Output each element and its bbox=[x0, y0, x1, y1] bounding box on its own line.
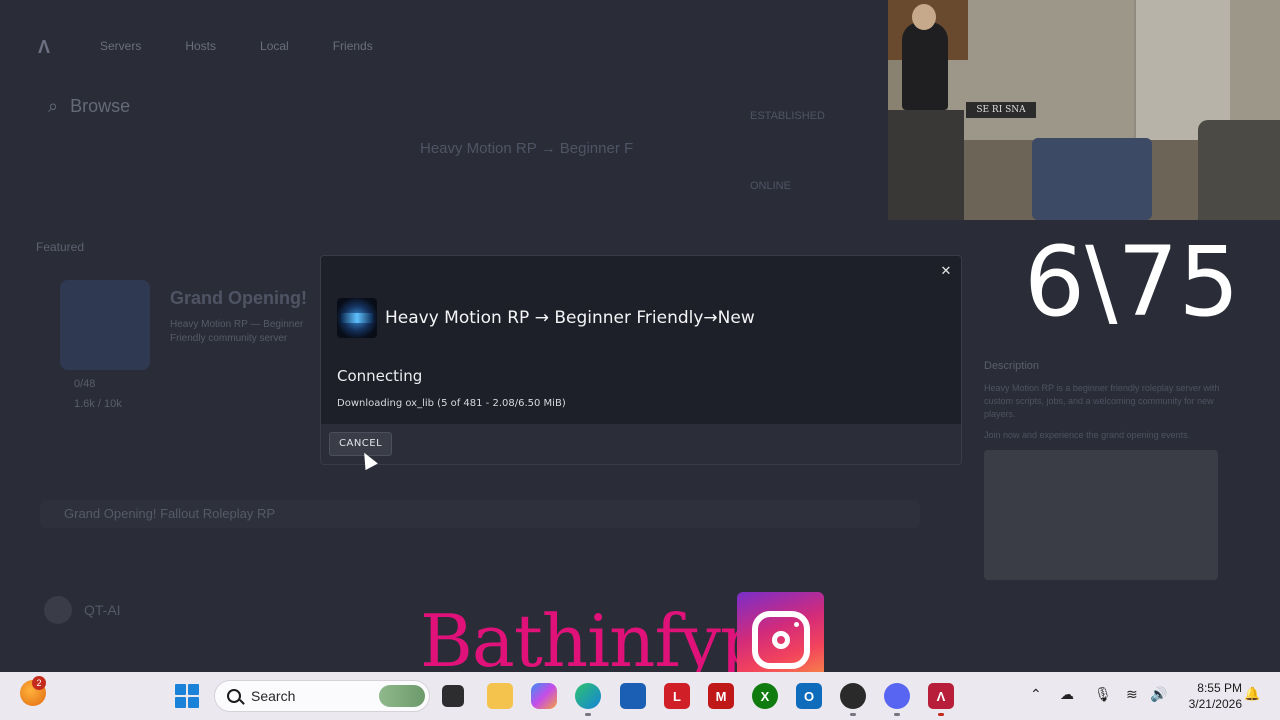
notification-bell-icon[interactable]: 🔔 bbox=[1244, 686, 1260, 704]
onedrive-icon[interactable]: ☁ bbox=[1060, 686, 1074, 703]
search-highlight-image bbox=[379, 685, 425, 707]
webcam-person bbox=[902, 22, 948, 110]
edge-icon[interactable] bbox=[575, 683, 601, 709]
search-icon: ⌕ bbox=[48, 96, 59, 116]
obs-icon[interactable] bbox=[840, 683, 866, 709]
notification-badge: 2 bbox=[32, 676, 46, 690]
start-button[interactable] bbox=[175, 684, 199, 708]
discord-active-indicator bbox=[894, 713, 900, 716]
launcher-active-indicator bbox=[938, 713, 944, 716]
browse-title: ⌕ Browse bbox=[48, 96, 130, 117]
server-logo-icon bbox=[337, 298, 377, 338]
close-icon[interactable]: ✕ bbox=[937, 262, 955, 280]
task-view-icon[interactable] bbox=[442, 685, 464, 707]
bottom-row: QT-AI bbox=[44, 596, 121, 624]
connection-status: Connecting bbox=[337, 367, 423, 385]
nav-item-friends: Friends bbox=[332, 39, 373, 53]
server-name: Heavy Motion RP → Beginner Friendly→New bbox=[385, 308, 755, 328]
server-detail-status: ONLINE bbox=[750, 180, 791, 192]
description-panel: Description Heavy Motion RP is a beginne… bbox=[984, 360, 1224, 580]
dialog-footer: CANCEL bbox=[321, 424, 961, 464]
copilot-icon[interactable] bbox=[531, 683, 557, 709]
taskbar-search-box[interactable]: Search bbox=[214, 680, 430, 712]
server-logo-mark bbox=[341, 313, 373, 323]
webcam-chair bbox=[888, 110, 964, 220]
app-logo-icon: Λ bbox=[38, 37, 51, 57]
lastpass-icon[interactable]: L bbox=[664, 683, 690, 709]
cancel-button[interactable]: CANCEL bbox=[329, 432, 393, 456]
featured-server-subtitle: Heavy Motion RP — Beginner Friendly comm… bbox=[170, 319, 304, 344]
featured-server-title: Grand Opening! bbox=[170, 288, 307, 308]
dialog-header: Heavy Motion RP → Beginner Friendly→New bbox=[337, 298, 755, 338]
description-text-2: Join now and experience the grand openin… bbox=[984, 430, 1191, 440]
clock-date: 3/21/2026 bbox=[1188, 697, 1242, 711]
taskbar: 2 Search L M X O Λ ⌃ ☁ 🎙 ≋ 🔊 8:55 PM 3/2… bbox=[0, 672, 1280, 720]
bottom-row-text: QT-AI bbox=[84, 602, 121, 618]
featured-heading: Featured bbox=[36, 240, 85, 254]
obs-active-indicator bbox=[850, 713, 856, 716]
clock-time: 8:55 PM bbox=[1197, 681, 1242, 695]
instagram-ring bbox=[751, 611, 810, 669]
featured-ping: 1.6k / 10k bbox=[74, 398, 122, 410]
app-launcher-icon[interactable]: Λ bbox=[928, 683, 954, 709]
webcam-person-head bbox=[912, 4, 936, 30]
webcam-sofa bbox=[1198, 120, 1280, 220]
discord-icon[interactable] bbox=[884, 683, 910, 709]
mcafee-icon[interactable]: M bbox=[708, 683, 734, 709]
file-explorer-icon[interactable] bbox=[487, 683, 513, 709]
featured-server-image bbox=[60, 280, 150, 370]
server-detail-title: Heavy Motion RP → Beginner F bbox=[420, 140, 634, 157]
featured-players: 0/48 bbox=[74, 378, 96, 390]
description-text: Heavy Motion RP is a beginner friendly r… bbox=[984, 383, 1220, 419]
nav-item-servers: Servers bbox=[100, 39, 142, 53]
background-nav: Λ Servers Hosts Local Friends bbox=[0, 28, 888, 64]
system-clock[interactable]: 8:55 PM 3/21/2026 bbox=[1176, 680, 1242, 712]
server-detail-label: ESTABLISHED bbox=[750, 110, 825, 122]
taskbar-search-label: Search bbox=[251, 688, 296, 704]
description-heading: Description bbox=[984, 360, 1040, 372]
webcam-overlay: SE RI SNA bbox=[888, 0, 1280, 220]
outlook-icon[interactable]: O bbox=[796, 683, 822, 709]
xbox-icon[interactable]: X bbox=[752, 683, 778, 709]
edge-active-indicator bbox=[585, 713, 591, 716]
nav-item-local: Local bbox=[260, 39, 289, 53]
connecting-dialog: ✕ Heavy Motion RP → Beginner Friendly→Ne… bbox=[320, 255, 962, 465]
store-icon[interactable] bbox=[620, 683, 646, 709]
search-icon bbox=[227, 689, 241, 703]
nav-item-hosts: Hosts bbox=[185, 39, 217, 53]
server-row: Grand Opening! Fallout Roleplay RP bbox=[40, 500, 920, 528]
webcam-sign: SE RI SNA bbox=[966, 102, 1036, 118]
start-tile bbox=[175, 697, 186, 708]
start-tile bbox=[188, 684, 199, 695]
start-tile bbox=[188, 697, 199, 708]
start-tile bbox=[175, 684, 186, 695]
download-progress-text: Downloading ox_lib (5 of 481 - 2.08/6.50… bbox=[337, 398, 566, 409]
description-image bbox=[984, 450, 1218, 580]
avatar bbox=[44, 596, 72, 624]
instagram-flash bbox=[793, 622, 799, 627]
stream-counter: 6\75 bbox=[1024, 226, 1240, 338]
wifi-icon[interactable]: ≋ bbox=[1126, 686, 1138, 703]
microphone-icon[interactable]: 🎙 bbox=[1094, 686, 1112, 703]
chevron-up-icon[interactable]: ⌃ bbox=[1030, 686, 1042, 703]
instagram-lens bbox=[771, 631, 790, 649]
speaker-icon[interactable]: 🔊 bbox=[1150, 686, 1167, 703]
webcam-chair-blue bbox=[1032, 138, 1152, 220]
browse-title-text: Browse bbox=[70, 96, 131, 116]
